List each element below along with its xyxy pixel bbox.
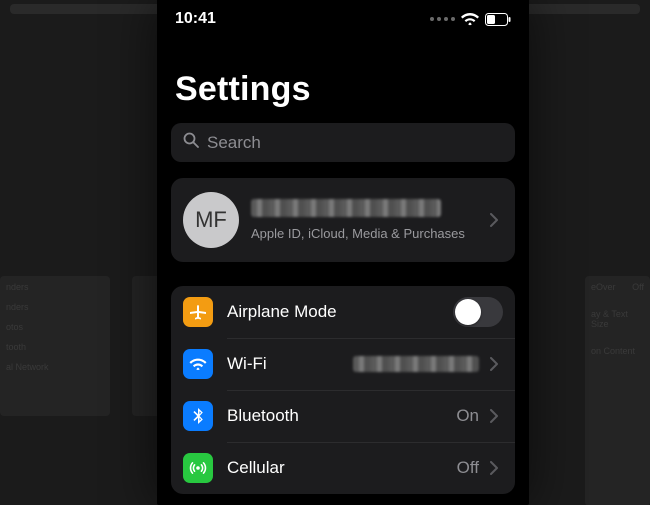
wifi-row[interactable]: Wi-Fi: [171, 338, 515, 390]
connectivity-card: Airplane Mode Wi-Fi Bluetooth On: [171, 286, 515, 494]
bg-left-panel: nders nders otos tooth al Network: [0, 276, 110, 416]
wifi-icon: [183, 349, 213, 379]
chevron-right-icon: [485, 357, 503, 371]
cellular-label: Cellular: [227, 458, 457, 478]
avatar: MF: [183, 192, 239, 248]
search-icon: [183, 132, 199, 153]
search-input[interactable]: [207, 133, 503, 153]
battery-icon: [485, 13, 511, 26]
account-name-redacted: [251, 199, 441, 217]
chevron-right-icon: [485, 461, 503, 475]
cell-signal-icon: [430, 17, 455, 21]
page-title: Settings: [175, 70, 515, 109]
airplane-label: Airplane Mode: [227, 302, 453, 322]
bg-right-panel: eOverOff ay & Text Size on Content: [585, 276, 650, 505]
bluetooth-label: Bluetooth: [227, 406, 456, 426]
cellular-row[interactable]: Cellular Off: [171, 442, 515, 494]
cellular-value: Off: [457, 458, 479, 478]
airplane-icon: [183, 297, 213, 327]
account-row[interactable]: MF Apple ID, iCloud, Media & Purchases: [171, 178, 515, 262]
account-card: MF Apple ID, iCloud, Media & Purchases: [171, 178, 515, 262]
wifi-status-icon: [461, 13, 479, 26]
cellular-icon: [183, 453, 213, 483]
airplane-toggle[interactable]: [453, 297, 503, 327]
wifi-value-redacted: [353, 356, 479, 372]
airplane-mode-row[interactable]: Airplane Mode: [171, 286, 515, 338]
account-subtitle: Apple ID, iCloud, Media & Purchases: [251, 226, 485, 242]
wifi-label: Wi-Fi: [227, 354, 353, 374]
bluetooth-icon: [183, 401, 213, 431]
phone-frame: 10:41 Settings MF: [157, 0, 529, 505]
chevron-right-icon: [485, 409, 503, 423]
chevron-right-icon: [485, 213, 503, 227]
search-field[interactable]: [171, 123, 515, 162]
bluetooth-value: On: [456, 406, 479, 426]
status-time: 10:41: [175, 10, 216, 28]
status-bar: 10:41: [157, 0, 529, 32]
bluetooth-row[interactable]: Bluetooth On: [171, 390, 515, 442]
